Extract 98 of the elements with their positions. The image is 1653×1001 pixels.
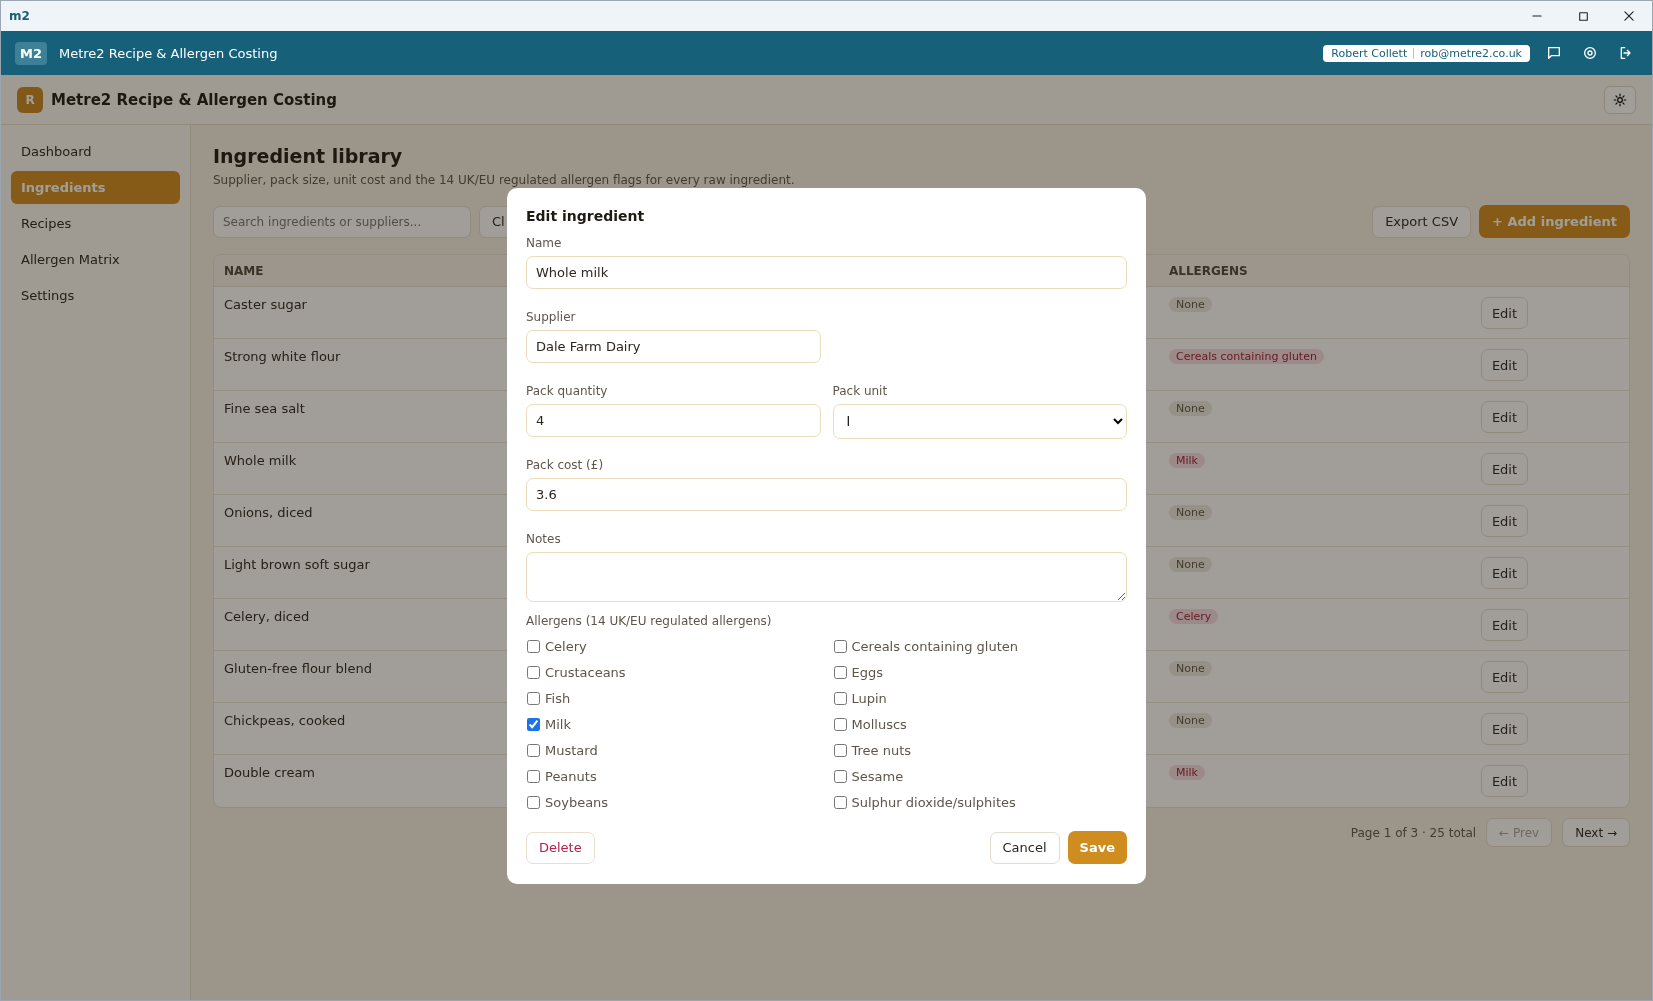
allergen-checkbox[interactable]: [833, 796, 847, 809]
allergen-tag: None: [1169, 505, 1212, 520]
checkbox-label: Milk: [545, 717, 571, 732]
theme-button[interactable]: [1604, 85, 1636, 114]
checkbox-label: Fish: [545, 691, 571, 706]
allergen-tag: Milk: [1169, 765, 1205, 780]
chat-icon[interactable]: [1546, 45, 1562, 61]
allergen-checkbox[interactable]: [527, 744, 540, 757]
page-title: Ingredient library: [213, 145, 404, 167]
field-label: Notes: [526, 532, 562, 546]
table-cell-text: Double cream: [224, 765, 316, 782]
allergen-checkbox[interactable]: [527, 692, 540, 705]
name-field[interactable]: Whole milk: [526, 256, 1127, 289]
checkbox-label: Sesame: [851, 769, 904, 784]
workspace-badge: R: [17, 86, 43, 113]
checkbox-label: Tree nuts: [851, 743, 912, 758]
app-title: Metre2 Recipe & Allergen Costing: [59, 45, 279, 61]
edit-button[interactable]: Edit: [1481, 765, 1528, 797]
allergen-checkbox[interactable]: [527, 718, 540, 731]
field-label: Pack quantity: [526, 384, 609, 398]
allergen-tag: None: [1169, 557, 1212, 572]
delete-button[interactable]: Delete: [526, 831, 595, 864]
allergen-checkbox[interactable]: [833, 666, 847, 679]
allergen-tag: None: [1169, 401, 1212, 416]
workspace-title: Metre2 Recipe & Allergen Costing: [51, 90, 338, 109]
checkbox-label: Lupin: [851, 691, 887, 706]
table-cell-text: Whole milk: [224, 453, 297, 470]
unit-select[interactable]: l: [832, 404, 1127, 439]
column-header: ALLERGENS: [1169, 263, 1248, 278]
cost-field[interactable]: 3.6: [526, 478, 1127, 511]
next-button[interactable]: Next →: [1562, 818, 1630, 847]
allergen-tag: None: [1169, 713, 1212, 728]
checkbox-label: Soybeans: [545, 795, 609, 810]
edit-button[interactable]: Edit: [1481, 609, 1528, 641]
checkbox-label: Molluscs: [851, 717, 907, 732]
edit-button[interactable]: Edit: [1481, 297, 1528, 329]
field-label: Pack unit: [832, 384, 889, 398]
allergen-checkbox[interactable]: [833, 640, 847, 653]
column-header: NAME: [224, 263, 264, 278]
allergen-checkbox[interactable]: [833, 692, 847, 705]
table-cell-text: Onions, diced: [224, 505, 313, 522]
export-button[interactable]: Export CSV: [1372, 205, 1472, 238]
user-email: rob@metre2.co.uk: [1420, 46, 1522, 60]
allergen-tag: Celery: [1169, 609, 1219, 624]
sidebar-item[interactable]: Recipes: [11, 207, 180, 240]
sidebar-item[interactable]: Dashboard: [11, 135, 180, 168]
page-subtitle: Supplier, pack size, unit cost and the 14 UK/EU regulated allergen flags for every raw ingredient.: [213, 173, 796, 187]
edit-button[interactable]: Edit: [1481, 401, 1528, 433]
allergen-tag: Milk: [1169, 453, 1205, 468]
allergen-tag: Cereals containing gluten: [1169, 349, 1324, 364]
checkbox-label: Cereals containing gluten: [851, 639, 1019, 654]
supplier-field[interactable]: Dale Farm Dairy: [526, 330, 821, 363]
allergen-tag: None: [1169, 297, 1212, 312]
checkbox-label: Celery: [545, 639, 587, 654]
dialog-title: Edit ingredient: [526, 208, 646, 224]
table-cell-text: Celery, diced: [224, 609, 310, 626]
allergen-tag: None: [1169, 661, 1212, 676]
allergen-checkbox[interactable]: [527, 640, 540, 653]
field-label: Supplier: [526, 310, 577, 324]
field-label: Name: [526, 236, 563, 250]
edit-button[interactable]: Edit: [1481, 505, 1528, 537]
section-label: Allergens (14 UK/EU regulated allergens): [526, 614, 773, 628]
allergen-checkbox[interactable]: [527, 796, 540, 809]
edit-button[interactable]: Edit: [1481, 661, 1528, 693]
sun-icon[interactable]: [1613, 92, 1627, 107]
app-logo: M2: [15, 41, 47, 65]
checkbox-label: Crustaceans: [545, 665, 626, 680]
maximize-icon[interactable]: [1576, 9, 1590, 23]
checkbox-label: Mustard: [545, 743, 598, 758]
field-label: Pack cost (£): [526, 458, 605, 472]
edit-button[interactable]: Edit: [1481, 713, 1528, 745]
edit-button[interactable]: Edit: [1481, 453, 1528, 485]
user-name: Robert Collett: [1331, 46, 1408, 60]
sidebar-item[interactable]: Allergen Matrix: [11, 243, 180, 276]
edit-button[interactable]: Edit: [1481, 557, 1528, 589]
app-logo: m2: [9, 9, 31, 23]
allergen-checkbox[interactable]: [833, 718, 847, 731]
table-cell-text: Strong white flour: [224, 349, 341, 366]
search-field[interactable]: Search ingredients or suppliers...: [213, 205, 471, 238]
table-cell-text: Caster sugar: [224, 297, 307, 314]
checkbox-label: Peanuts: [545, 769, 597, 784]
table-cell-text: Fine sea salt: [224, 401, 305, 418]
table-cell-text: Chickpeas, cooked: [224, 713, 346, 730]
checkbox-label: Sulphur dioxide/sulphites: [851, 795, 1016, 810]
allergen-checkbox[interactable]: [527, 666, 540, 679]
cancel-button[interactable]: Cancel: [989, 831, 1060, 864]
notes-field[interactable]: [526, 552, 1127, 602]
table-cell-text: Gluten-free flour blend: [224, 661, 372, 678]
table-cell-text: Light brown soft sugar: [224, 557, 370, 574]
close-icon[interactable]: [1622, 9, 1636, 23]
allergen-checkbox[interactable]: [527, 770, 540, 783]
quantity-field[interactable]: 4: [526, 404, 821, 437]
allergen-checkbox[interactable]: [833, 770, 847, 783]
checkbox-label: Eggs: [851, 665, 883, 680]
sidebar-item[interactable]: Settings: [11, 279, 180, 312]
allergen-checkbox[interactable]: [833, 744, 847, 757]
page-summary: Page 1 of 3 · 25 total: [1350, 825, 1477, 840]
edit-button[interactable]: Edit: [1481, 349, 1528, 381]
